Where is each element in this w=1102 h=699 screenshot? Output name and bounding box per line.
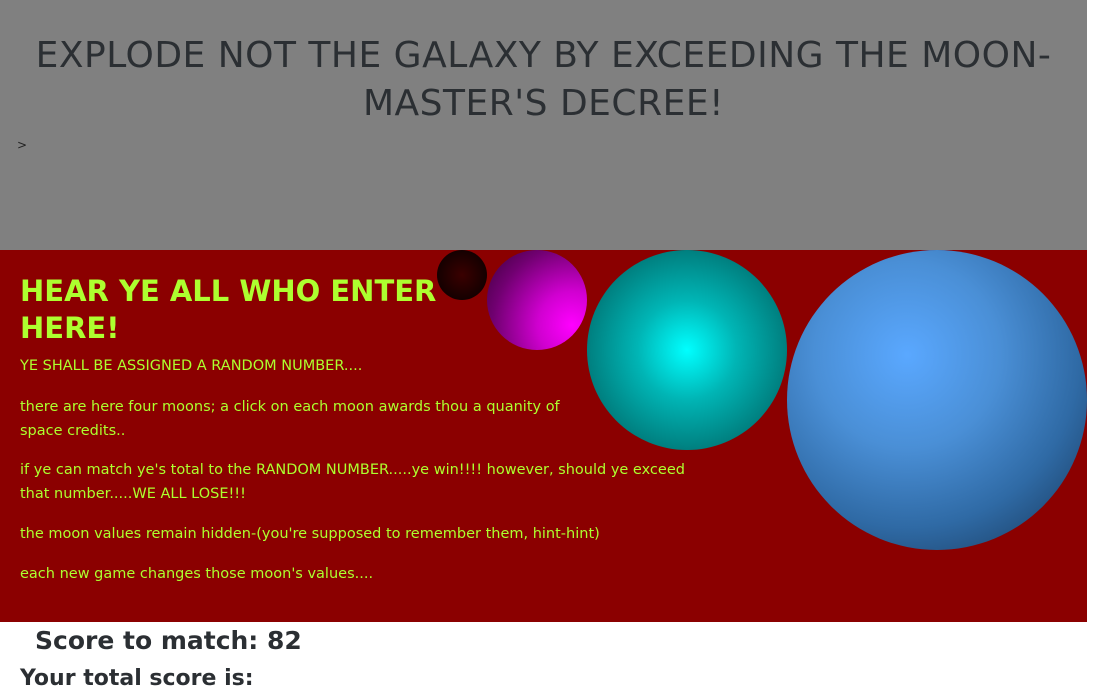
instructions-heading: HEAR YE ALL WHO ENTER HERE! bbox=[20, 274, 437, 345]
blue-moon[interactable] bbox=[787, 250, 1087, 550]
page-title: EXPLODE NOT THE GALAXY BY EXCEEDING THE … bbox=[35, 35, 1052, 124]
cyan-moon[interactable] bbox=[587, 250, 787, 450]
prompt-marker: > bbox=[17, 138, 28, 152]
score-to-match: Score to match: 82 bbox=[35, 626, 302, 655]
instruction-text: there are here four moons; a click on ea… bbox=[20, 399, 560, 439]
instruction-text: if ye can match ye's total to the RANDOM… bbox=[20, 462, 685, 502]
instruction-text: each new game changes those moon's value… bbox=[20, 566, 374, 582]
instruction-text: YE SHALL BE ASSIGNED A RANDOM NUMBER.... bbox=[20, 358, 363, 374]
instruction-text: the moon values remain hidden-(you're su… bbox=[20, 526, 600, 542]
magenta-moon[interactable] bbox=[487, 250, 587, 350]
game-panel: HEAR YE ALL WHO ENTER HERE! YE SHALL BE … bbox=[0, 250, 1087, 622]
dark-red-moon[interactable] bbox=[437, 250, 487, 300]
total-score-label: Your total score is: bbox=[20, 666, 254, 691]
header-banner: EXPLODE NOT THE GALAXY BY EXCEEDING THE … bbox=[0, 0, 1087, 250]
